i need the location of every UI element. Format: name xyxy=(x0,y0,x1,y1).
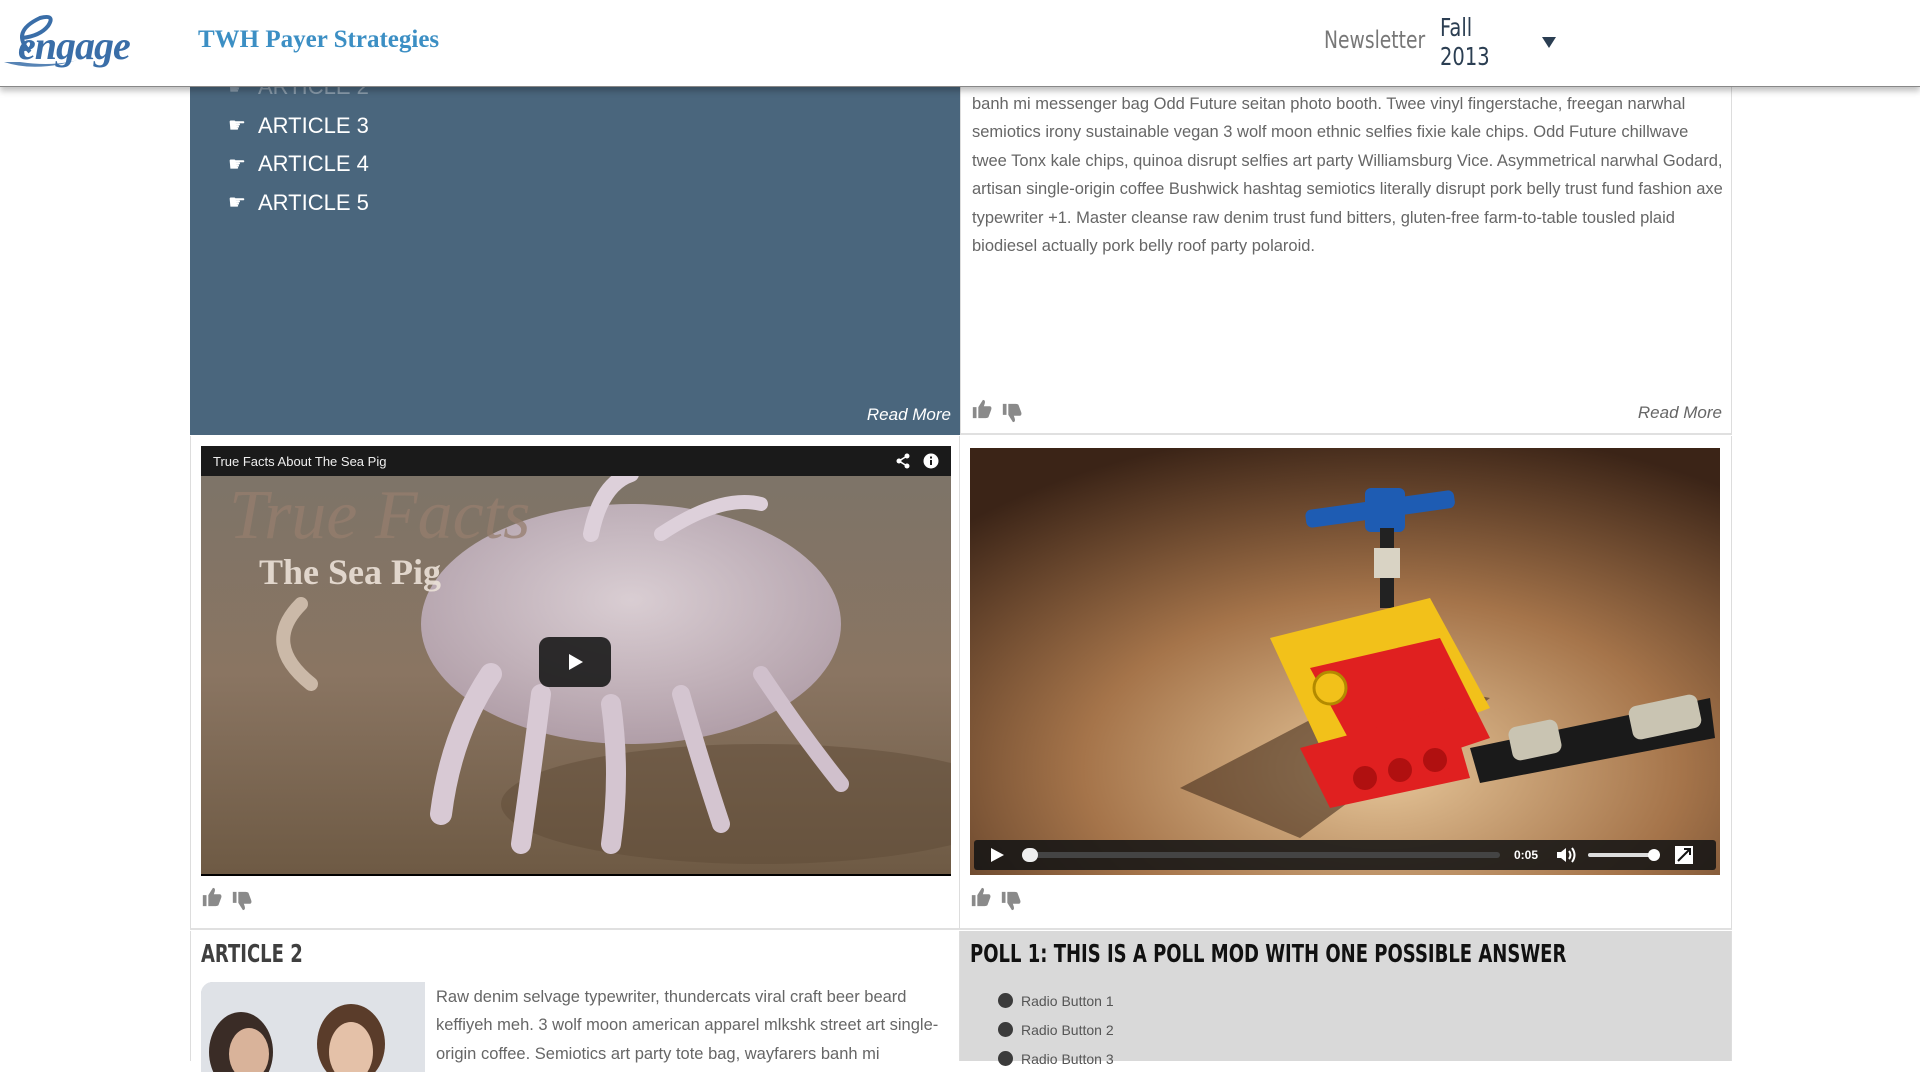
article-link-label: ARTICLE 5 xyxy=(258,189,369,215)
text-article-tile: banh mi messenger bag Odd Future seitan … xyxy=(960,60,1732,435)
poll-option[interactable]: Radio Button 3 xyxy=(998,1044,1114,1073)
logo-wordmark: engage xyxy=(18,23,131,68)
volume-slider[interactable] xyxy=(1588,849,1660,861)
article-title[interactable]: ARTICLE 2 xyxy=(201,939,303,968)
fullscreen-icon[interactable] xyxy=(1674,845,1694,865)
radio-button[interactable] xyxy=(998,993,1013,1008)
video-frame xyxy=(970,448,1720,875)
article-2-tile: ARTICLE 2 Raw denim selvage typewriter, … xyxy=(190,931,960,1072)
video-tile-lego: 0:05 xyxy=(960,436,1732,930)
volume-handle[interactable] xyxy=(1648,849,1660,861)
poll-options: Radio Button 1 Radio Button 2 Radio Butt… xyxy=(998,986,1114,1073)
poll-title: POLL 1: THIS IS A POLL MOD WITH ONE POSS… xyxy=(970,939,1567,968)
vote-buttons xyxy=(201,886,253,912)
video-overlay-subtitle: The Sea Pig xyxy=(259,552,442,592)
video-title[interactable]: True Facts About The Sea Pig xyxy=(213,454,895,469)
article-link-label: ARTICLE 4 xyxy=(258,151,369,177)
video-controls-bar: 0:05 xyxy=(974,840,1716,870)
engage-logo[interactable]: engage xyxy=(0,12,176,74)
video-player[interactable]: 0:05 xyxy=(970,448,1720,875)
article-link-label: ARTICLE 3 xyxy=(258,112,369,138)
thumbs-down-icon[interactable] xyxy=(231,890,253,912)
video-tile-sea-pig: True Facts About The Sea Pig True Facts … xyxy=(190,436,960,930)
article-list: ☛ ARTICLE 2 ☛ ARTICLE 3 ☛ ARTICLE 4 ☛ AR… xyxy=(228,68,369,222)
article-link[interactable]: ☛ ARTICLE 3 xyxy=(228,107,369,146)
radio-button[interactable] xyxy=(998,1022,1013,1037)
read-more-link[interactable]: Read More xyxy=(1638,403,1722,423)
video-overlay-title: True Facts xyxy=(229,477,531,554)
issue-selected-value: Fall 2013 xyxy=(1440,13,1490,71)
brand-title: TWH Payer Strategies xyxy=(198,26,440,53)
top-header: engage TWH Payer Strategies Newsletter F… xyxy=(0,0,1920,87)
article-body-text: banh mi messenger bag Odd Future seitan … xyxy=(972,95,1723,256)
share-icon[interactable] xyxy=(895,453,911,469)
thumbs-up-icon[interactable] xyxy=(201,886,223,908)
read-more-link[interactable]: Read More xyxy=(867,405,951,425)
people-photo xyxy=(201,982,425,1072)
thumbs-down-icon[interactable] xyxy=(1000,890,1022,912)
issue-dropdown[interactable]: Fall 2013 xyxy=(1440,13,1556,71)
article-excerpt: Raw denim selvage typewriter, thundercat… xyxy=(436,988,939,1063)
play-icon xyxy=(569,654,583,670)
seek-handle[interactable] xyxy=(1022,848,1038,862)
vote-buttons xyxy=(970,886,1022,912)
vote-buttons xyxy=(971,398,1023,424)
time-display: 0:05 xyxy=(1514,848,1539,862)
poll-option[interactable]: Radio Button 2 xyxy=(998,1015,1114,1044)
pointing-hand-icon: ☛ xyxy=(228,192,246,215)
video-title-bar: True Facts About The Sea Pig xyxy=(201,446,951,476)
radio-button[interactable] xyxy=(998,1051,1013,1066)
caret-down-icon xyxy=(1542,36,1556,48)
pointing-hand-icon: ☛ xyxy=(228,153,246,176)
poll-option[interactable]: Radio Button 1 xyxy=(998,986,1114,1015)
pointing-hand-icon: ☛ xyxy=(228,115,246,138)
volume-icon[interactable] xyxy=(1554,843,1578,867)
newsletter-label: Newsletter xyxy=(1324,26,1426,54)
poll-option-label: Radio Button 2 xyxy=(1021,1021,1114,1038)
video-player[interactable]: True Facts About The Sea Pig True Facts … xyxy=(201,446,951,876)
article-list-tile: ☛ ARTICLE 2 ☛ ARTICLE 3 ☛ ARTICLE 4 ☛ AR… xyxy=(190,60,960,435)
thumbs-down-icon[interactable] xyxy=(1001,402,1023,424)
poll-option-label: Radio Button 1 xyxy=(1021,992,1114,1009)
play-button[interactable] xyxy=(539,637,611,687)
play-icon xyxy=(991,848,1004,862)
thumbs-up-icon[interactable] xyxy=(971,398,993,420)
info-icon[interactable] xyxy=(923,453,939,469)
article-link[interactable]: ☛ ARTICLE 4 xyxy=(228,145,369,184)
seek-bar[interactable] xyxy=(1022,848,1500,862)
article-link[interactable]: ☛ ARTICLE 5 xyxy=(228,184,369,223)
poll-tile: POLL 1: THIS IS A POLL MOD WITH ONE POSS… xyxy=(960,931,1732,1067)
poll-option-label: Radio Button 3 xyxy=(1021,1050,1114,1067)
play-button[interactable] xyxy=(982,840,1012,870)
thumbs-up-icon[interactable] xyxy=(970,886,992,908)
article-thumbnail[interactable] xyxy=(201,982,425,1072)
